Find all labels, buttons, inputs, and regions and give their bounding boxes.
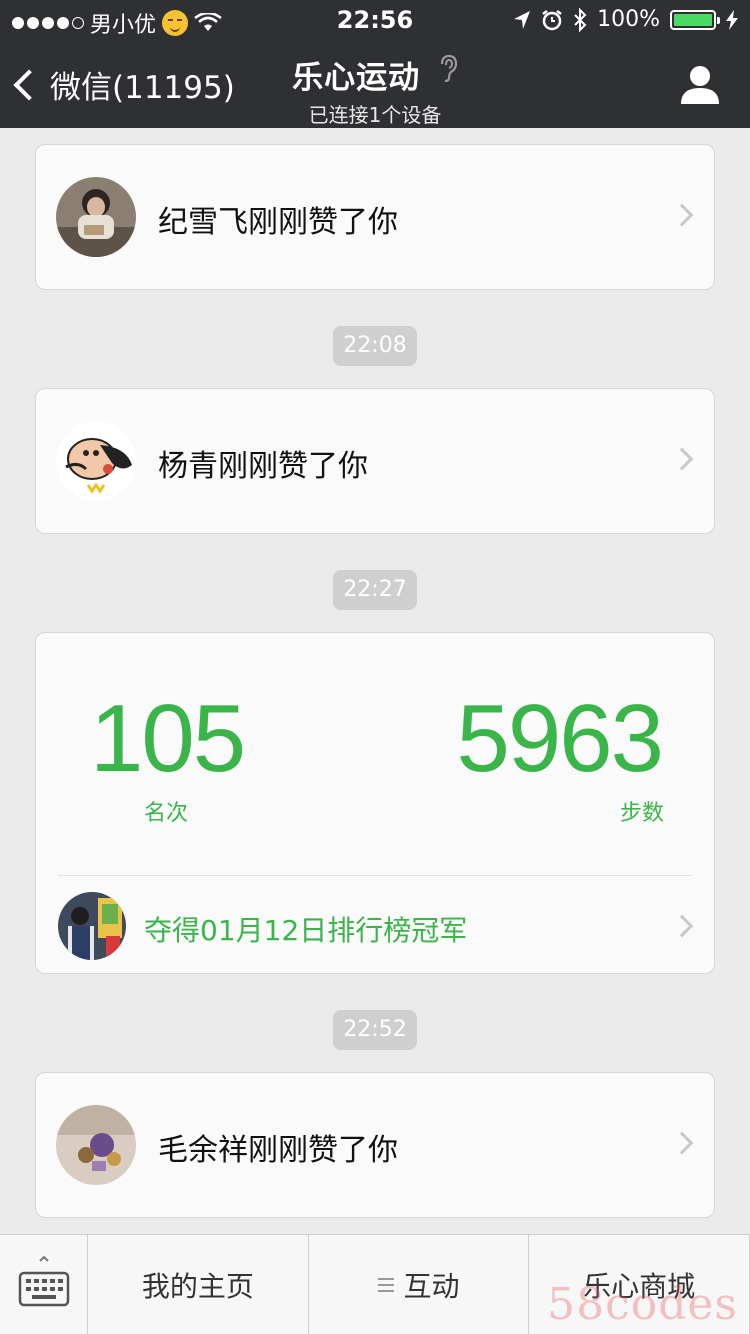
like-text: 杨青刚刚赞了你 [158, 449, 368, 484]
status-right: 100% [513, 7, 738, 32]
avatar [56, 177, 136, 257]
like-card[interactable]: 纪雪飞刚刚赞了你 [35, 144, 715, 290]
bottom-menu-bar: 我的主页 互动 乐心商城 58codes [0, 1234, 750, 1334]
charging-bolt-icon [726, 9, 738, 30]
tab-interaction[interactable]: 互动 [309, 1235, 530, 1334]
champion-text: 夺得01月12日排行榜冠军 [144, 914, 468, 947]
profile-icon[interactable] [680, 64, 720, 104]
menu-icon [377, 1277, 394, 1292]
chevron-right-icon [670, 203, 694, 227]
location-arrow-icon [514, 10, 531, 29]
tab-lifesense-mall[interactable]: 乐心商城 [529, 1235, 750, 1334]
keyboard-toggle-button[interactable] [0, 1235, 88, 1334]
battery-percent: 100% [597, 7, 660, 32]
like-card[interactable]: 毛余祥刚刚赞了你 [35, 1072, 715, 1218]
like-text: 纪雪飞刚刚赞了你 [158, 205, 398, 240]
ear-icon [440, 54, 457, 82]
chevron-right-icon [670, 914, 694, 938]
tab-label: 乐心商城 [583, 1269, 696, 1303]
like-text: 毛余祥刚刚赞了你 [158, 1133, 398, 1168]
rank-label: 名次 [144, 801, 189, 826]
page-subtitle: 已连接1个设备 [308, 103, 442, 127]
tab-my-homepage[interactable]: 我的主页 [88, 1235, 309, 1334]
champion-row[interactable]: 夺得01月12日排行榜冠军 [36, 876, 714, 974]
steps-label: 步数 [619, 801, 664, 826]
ranking-card: 105 名次 5963 步数 夺得01月12日排行榜冠军 [35, 632, 715, 974]
like-card[interactable]: 杨青刚刚赞了你 [35, 388, 715, 534]
nav-title-group: 乐心运动 已连接1个设备 [0, 52, 750, 128]
avatar [56, 1105, 136, 1185]
page-title-text: 乐心运动 [292, 60, 421, 96]
alarm-icon [542, 9, 562, 30]
bluetooth-icon [574, 7, 587, 32]
battery-icon [670, 9, 720, 30]
timestamp-pill: 22:08 [333, 326, 417, 366]
status-bar: 男小优 22:56 100% [0, 0, 750, 40]
page-title: 乐心运动 [0, 52, 750, 97]
timestamp-pill: 22:27 [333, 570, 417, 610]
rank-value: 105 [90, 685, 246, 792]
timestamp-pill: 22:52 [333, 1010, 417, 1050]
tab-label: 互动 [403, 1269, 460, 1303]
chevron-right-icon [670, 447, 694, 471]
top-bar: 男小优 22:56 100% 微信(11195) 乐心运动 已连接1个设备 [0, 0, 750, 128]
avatar [56, 421, 136, 501]
tab-label: 我的主页 [141, 1269, 254, 1303]
avatar [58, 892, 126, 960]
chevron-right-icon [670, 1131, 694, 1155]
steps-value: 5963 [456, 685, 664, 792]
keyboard-icon [18, 1255, 70, 1307]
